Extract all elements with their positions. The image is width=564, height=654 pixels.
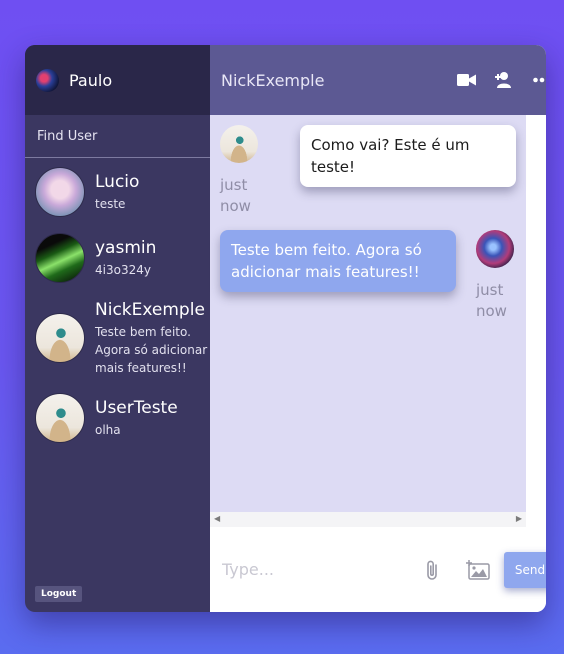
current-user-name: Paulo xyxy=(69,70,113,90)
video-camera-icon[interactable] xyxy=(456,70,476,90)
chat-name: yasmin xyxy=(95,238,157,258)
avatar xyxy=(35,233,85,283)
message-bubble-incoming: Como vai? Este é um teste! xyxy=(300,125,516,187)
chat-app: Paulo Find User Lucio teste yasmin 4i3o3… xyxy=(25,45,546,612)
chat-name: UserTeste xyxy=(95,398,178,418)
current-user-bar: Paulo xyxy=(25,45,210,115)
message-outgoing: just now xyxy=(476,230,514,322)
chat-item-userteste[interactable]: UserTeste olha xyxy=(25,393,210,443)
message-list: just now Como vai? Este é um teste! Test… xyxy=(210,115,526,527)
avatar xyxy=(35,393,85,443)
sender-avatar xyxy=(476,230,514,268)
sender-avatar xyxy=(220,125,258,163)
send-button[interactable]: Send xyxy=(504,551,546,588)
logout-button[interactable]: Logout xyxy=(35,586,83,602)
composer: Send xyxy=(210,527,546,612)
chat-panel: NickExemple just now Como vai? Este é um… xyxy=(210,45,546,612)
chat-item-yasmin[interactable]: yasmin 4i3o324y xyxy=(25,233,210,283)
messages-area[interactable]: just now Como vai? Este é um teste! Test… xyxy=(210,115,546,527)
message-timestamp: just now xyxy=(220,176,251,215)
avatar xyxy=(35,313,85,363)
scroll-left-icon[interactable]: ◀ xyxy=(214,515,220,523)
message-incoming: just now xyxy=(220,125,258,217)
chat-title: NickExemple xyxy=(221,70,325,90)
add-user-icon[interactable] xyxy=(494,70,514,90)
find-user-search[interactable]: Find User xyxy=(25,115,210,158)
sidebar: Paulo Find User Lucio teste yasmin 4i3o3… xyxy=(25,45,210,612)
current-user-avatar[interactable] xyxy=(36,68,59,92)
scroll-right-icon[interactable]: ▶ xyxy=(516,515,522,523)
paperclip-icon[interactable] xyxy=(422,559,442,581)
message-input[interactable] xyxy=(222,560,422,579)
message-timestamp: just now xyxy=(476,281,507,320)
chat-item-lucio[interactable]: Lucio teste xyxy=(25,167,210,217)
chat-preview: Teste bem feito. Agora só adicionar mais… xyxy=(95,325,208,375)
image-upload-icon[interactable] xyxy=(466,559,490,580)
chat-preview: 4i3o324y xyxy=(95,263,151,277)
chat-name: Lucio xyxy=(95,172,140,192)
chat-preview: olha xyxy=(95,423,121,437)
chat-name: NickExemple xyxy=(95,300,205,320)
chat-item-nickexemple[interactable]: NickExemple Teste bem feito. Agora só ad… xyxy=(25,299,210,377)
chat-header: NickExemple xyxy=(210,45,546,115)
chat-list: Lucio teste yasmin 4i3o324y NickExemple … xyxy=(25,158,210,443)
more-options-icon[interactable] xyxy=(532,70,546,90)
avatar xyxy=(35,167,85,217)
chat-preview: teste xyxy=(95,197,126,211)
message-bubble-outgoing: Teste bem feito. Agora só adicionar mais… xyxy=(220,230,456,292)
horizontal-scrollbar[interactable]: ◀ ▶ xyxy=(210,512,526,527)
